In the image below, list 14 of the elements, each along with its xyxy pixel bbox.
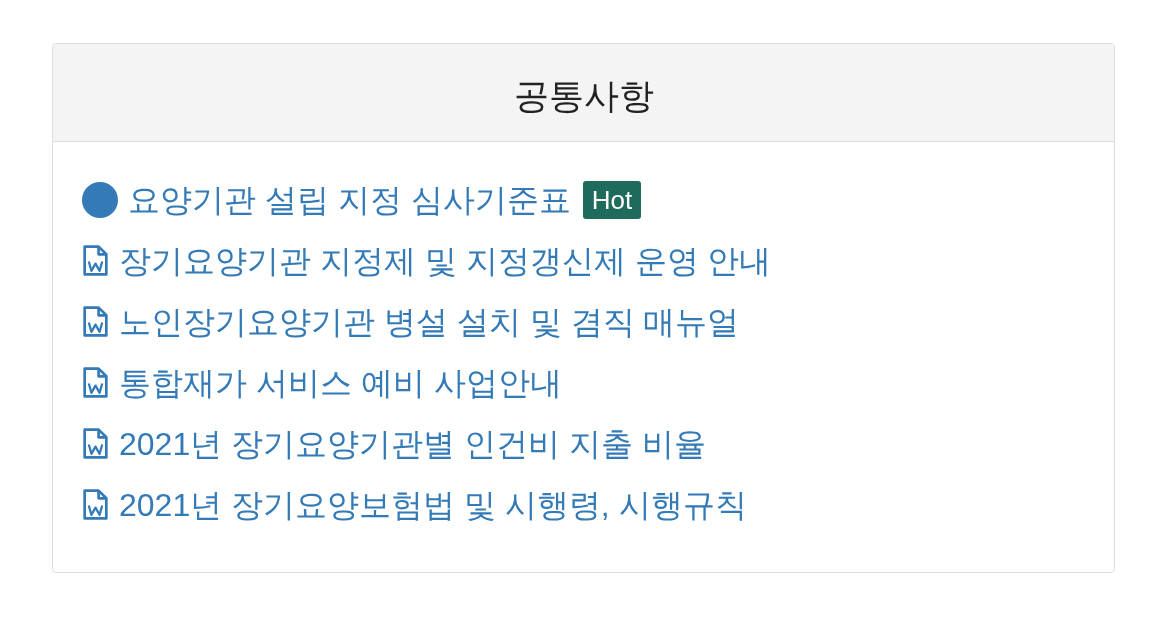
document-icon bbox=[82, 427, 109, 460]
document-link[interactable]: 노인장기요양기관 병설 설치 및 겸직 매뉴얼 bbox=[119, 305, 740, 338]
document-link[interactable]: 요양기관 설립 지정 심사기준표 bbox=[128, 183, 571, 216]
circle-icon bbox=[82, 181, 118, 218]
document-icon bbox=[82, 244, 109, 277]
document-icon bbox=[82, 366, 109, 399]
document-link[interactable]: 2021년 장기요양기관별 인건비 지출 비율 bbox=[119, 427, 706, 460]
document-link[interactable]: 통합재가 서비스 예비 사업안내 bbox=[119, 366, 562, 399]
document-icon bbox=[82, 305, 109, 338]
document-link[interactable]: 2021년 장기요양보험법 및 시행령, 시행규칙 bbox=[119, 488, 747, 521]
document-icon bbox=[82, 488, 109, 521]
hot-badge: Hot bbox=[582, 180, 642, 219]
document-link[interactable]: 장기요양기관 지정제 및 지정갱신제 운영 안내 bbox=[119, 244, 772, 277]
panel-title: 공통사항 bbox=[513, 78, 654, 113]
